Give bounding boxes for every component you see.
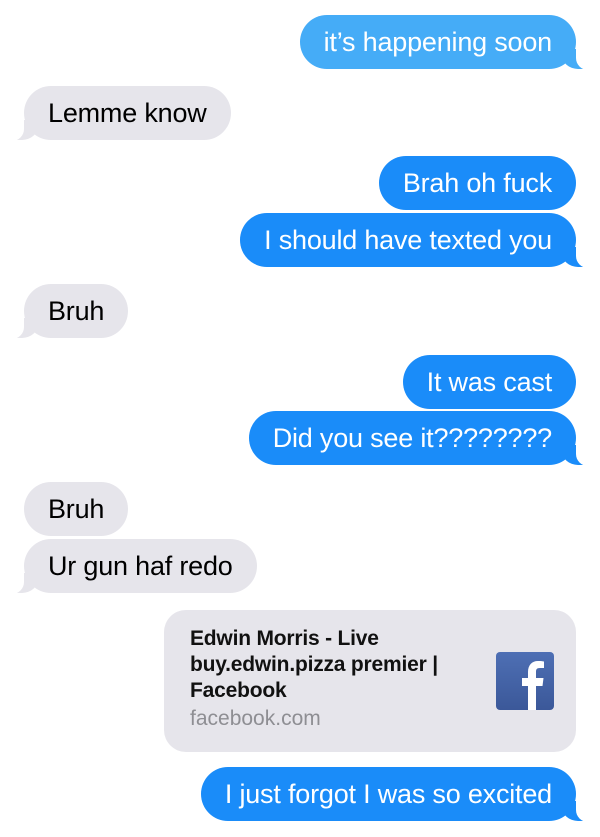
outgoing-message[interactable]: I should have texted you bbox=[240, 213, 590, 268]
incoming-message[interactable]: Lemme know bbox=[10, 86, 231, 141]
facebook-icon bbox=[496, 652, 554, 710]
outgoing-message[interactable]: It was cast bbox=[402, 355, 576, 409]
link-preview-card[interactable]: Edwin Morris - Live buy.edwin.pizza prem… bbox=[164, 610, 576, 752]
outgoing-message[interactable]: it’s happening soon bbox=[299, 15, 591, 70]
incoming-message[interactable]: Ur gun haf redo bbox=[10, 539, 257, 594]
outgoing-message[interactable]: Brah oh fuck bbox=[378, 156, 576, 210]
link-preview-title: Edwin Morris - Live buy.edwin.pizza prem… bbox=[190, 627, 438, 702]
incoming-message[interactable]: Bruh bbox=[24, 482, 129, 536]
outgoing-message[interactable]: Did you see it???????? bbox=[248, 411, 591, 466]
outgoing-message[interactable]: I just forgot I was so excited bbox=[200, 767, 591, 822]
incoming-message[interactable]: Bruh bbox=[9, 284, 129, 339]
